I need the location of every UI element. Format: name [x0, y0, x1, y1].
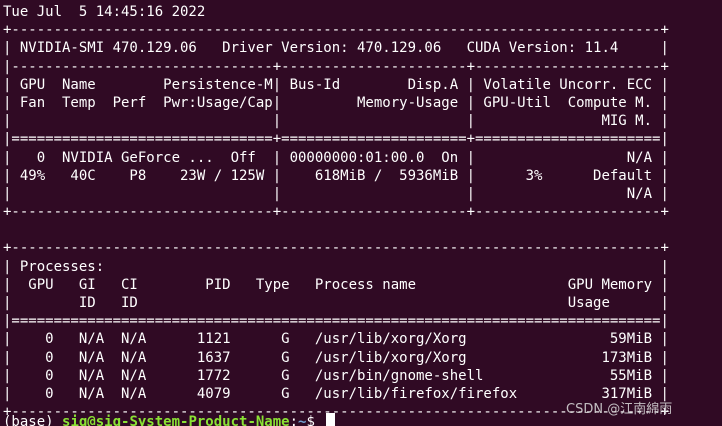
terminal-line: | | | N/A |	[3, 185, 669, 202]
terminal-line: +---------------------------------------…	[3, 240, 669, 257]
prompt-separator: :	[289, 414, 299, 426]
terminal-line: | | | MIG M. |	[3, 113, 669, 130]
user-host-label: sig@sig-System-Product-Name	[62, 414, 290, 426]
terminal-line: | Processes: |	[3, 258, 669, 275]
terminal-line: | GPU GI CI PID Type Process name GPU Me…	[3, 276, 669, 293]
terminal-line: |===============================+=======…	[3, 131, 669, 148]
terminal-line: | 0 N/A N/A 1121 G /usr/lib/xorg/Xorg 59…	[3, 331, 669, 348]
terminal-line: |-------------------------------+-------…	[3, 58, 669, 75]
terminal-line: | NVIDIA-SMI 470.129.06 Driver Version: …	[3, 40, 669, 57]
terminal-line: | 0 N/A N/A 1637 G /usr/lib/xorg/Xorg 17…	[3, 349, 669, 366]
shell-prompt[interactable]: (base) sig@sig-System-Product-Name:~$	[3, 413, 336, 426]
conda-env-label: (base)	[3, 414, 63, 426]
terminal-line: | Fan Temp Perf Pwr:Usage/Cap| Memory-Us…	[3, 94, 669, 111]
terminal-output: Tue Jul 5 14:45:16 2022 +----------------…	[3, 3, 669, 421]
terminal-line: Tue Jul 5 14:45:16 2022	[3, 4, 206, 20]
terminal-line: | GPU Name Persistence-M| Bus-Id Disp.A …	[3, 76, 669, 93]
terminal-line: +-------------------------------+-------…	[3, 204, 669, 221]
csdn-watermark: CSDN @江南綿雨	[566, 402, 673, 417]
text-cursor	[326, 413, 336, 426]
terminal-line: +---------------------------------------…	[3, 22, 669, 39]
terminal-window[interactable]: Tue Jul 5 14:45:16 2022 +----------------…	[0, 0, 722, 426]
prompt-symbol: $	[306, 414, 324, 426]
terminal-line: | 0 N/A N/A 1772 G /usr/bin/gnome-shell …	[3, 367, 669, 384]
terminal-line: | 0 NVIDIA GeForce ... Off | 00000000:01…	[3, 149, 669, 166]
terminal-line: | ID ID Usage |	[3, 295, 669, 311]
terminal-line: | 49% 40C P8 23W / 125W | 618MiB / 5936M…	[3, 167, 669, 184]
terminal-line: |=======================================…	[3, 313, 669, 330]
